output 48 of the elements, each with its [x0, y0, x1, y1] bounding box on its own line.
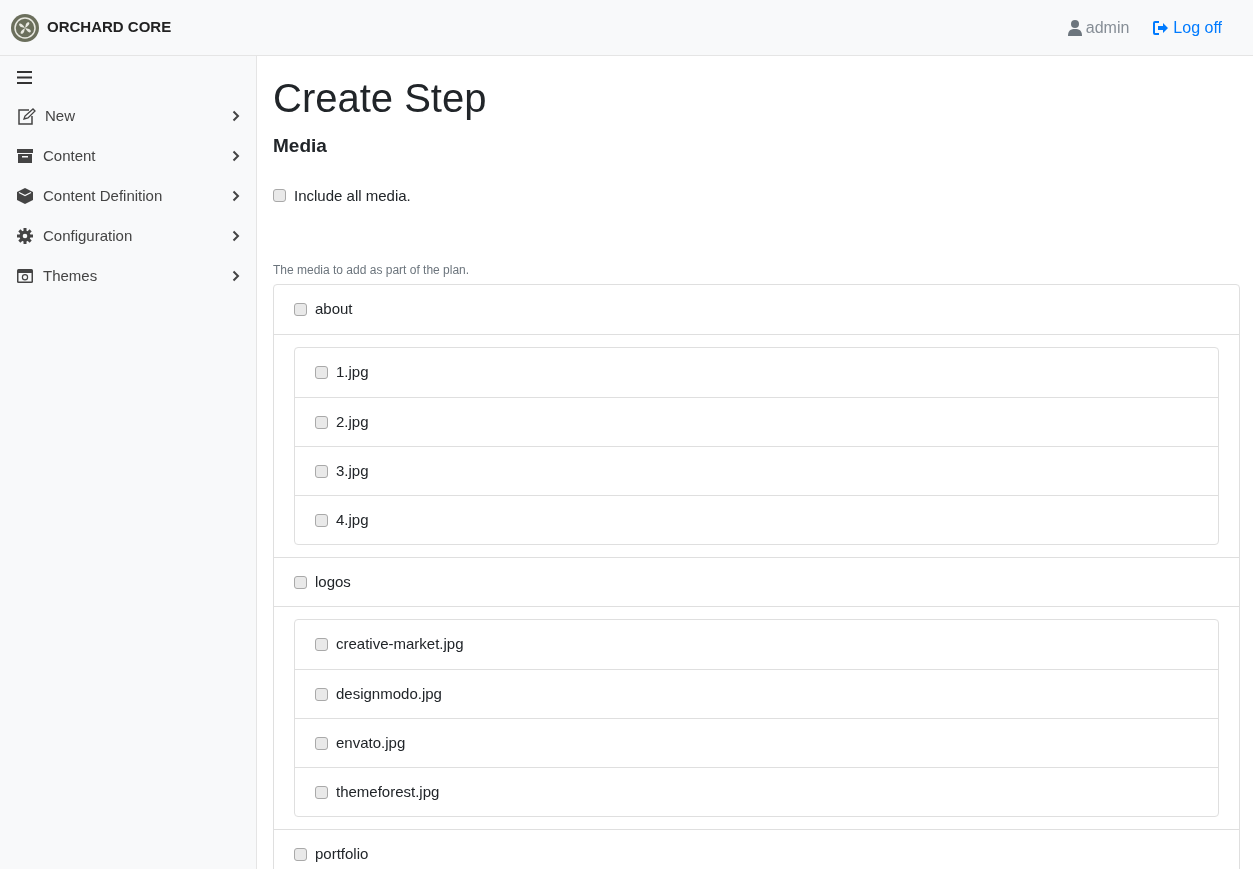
chevron-icon	[232, 150, 240, 162]
chevron-icon	[232, 110, 240, 122]
checkbox[interactable]	[294, 575, 307, 589]
page-title: Create Step	[273, 78, 487, 118]
sidebar-item[interactable]: Content Definition	[0, 176, 256, 216]
file-name: creative-market.jpg	[336, 634, 464, 655]
folder-name: about	[315, 299, 353, 320]
cube-icon	[17, 188, 33, 204]
help-text: The media to add as part of the plan.	[273, 262, 470, 279]
file-name: 4.jpg	[336, 509, 369, 530]
sidebar-item[interactable]: Content	[0, 136, 256, 176]
sign-out-icon	[1153, 20, 1170, 35]
checkbox[interactable]	[273, 189, 286, 203]
folder-name: portfolio	[315, 843, 369, 864]
edit-icon	[17, 107, 36, 125]
settings-icon	[17, 228, 33, 244]
file-name: designmodo.jpg	[336, 683, 442, 704]
sidebar-item[interactable]: Configuration	[0, 216, 256, 256]
sidebar-item[interactable]: New	[0, 96, 256, 136]
checkbox[interactable]	[315, 464, 328, 478]
checkbox[interactable]	[294, 847, 307, 861]
checkbox[interactable]	[315, 785, 328, 799]
checkbox[interactable]	[315, 736, 328, 750]
logoff-link[interactable]: Log off	[1153, 15, 1222, 40]
file-name: 3.jpg	[336, 460, 369, 481]
window-icon	[17, 269, 33, 283]
file-name: 1.jpg	[336, 362, 369, 383]
archive-icon	[17, 149, 33, 163]
checkbox-label: Include all media.	[294, 185, 411, 206]
chevron-icon	[232, 190, 240, 202]
checkbox[interactable]	[315, 415, 328, 429]
checkbox[interactable]	[315, 513, 328, 527]
logo-icon[interactable]	[11, 13, 39, 42]
file-name: 2.jpg	[336, 411, 369, 432]
folder-name: logos	[315, 571, 351, 592]
checkbox[interactable]	[315, 638, 328, 651]
checkbox[interactable]	[315, 366, 328, 379]
checkbox[interactable]	[315, 687, 328, 701]
file-name: envato.jpg	[336, 732, 406, 753]
menu-icon[interactable]	[17, 71, 32, 84]
chevron-icon	[232, 270, 240, 282]
sidebar-item[interactable]: Themes	[0, 256, 256, 296]
brand-title[interactable]: ORCHARD CORE	[47, 16, 172, 39]
section-title: Media	[273, 134, 327, 158]
user-icon	[1067, 19, 1082, 36]
checkbox[interactable]	[294, 303, 307, 316]
file-name: themeforest.jpg	[336, 781, 440, 802]
chevron-icon	[232, 230, 240, 242]
